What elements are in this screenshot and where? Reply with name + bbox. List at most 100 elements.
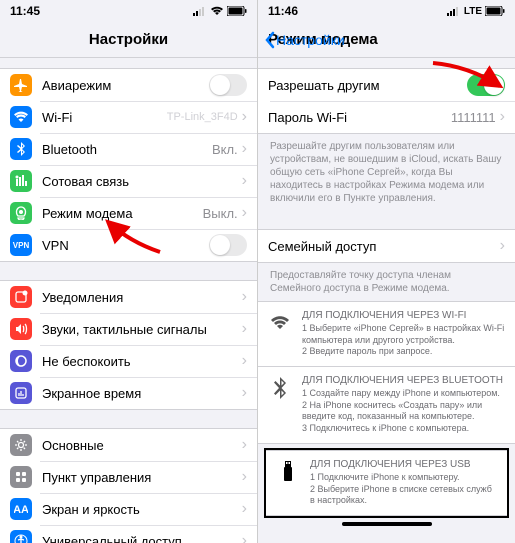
conn-section-bt: ДЛЯ ПОДКЛЮЧЕНИЯ ЧЕРЕЗ BLUETOOTH 1 Создайт… [258,367,515,444]
settings-row-display[interactable]: AAЭкран и яркость› [0,493,257,525]
conn-step: 1 Создайте пару между iPhone и компьютер… [302,388,505,400]
conn-step: 1 Выберите «iPhone Сергей» в настройках … [302,323,505,346]
bluetooth-icon [10,138,32,160]
chevron-right-icon: › [500,237,505,255]
row-label: Уведомления [42,290,242,305]
help-text: Разрешайте другим пользователям или устр… [258,134,515,211]
svg-text:AA: AA [14,504,28,516]
settings-row-airplane[interactable]: Авиарежим [0,69,257,101]
row-label: Авиарежим [42,78,209,93]
conn-title: ДЛЯ ПОДКЛЮЧЕНИЯ ЧЕРЕЗ WI-FI [302,310,505,321]
row-label: Универсальный доступ [42,534,242,543]
sound-icon [10,318,32,340]
allow-label: Разрешать другим [268,78,467,93]
pwd-label: Пароль Wi-Fi [268,110,451,125]
conn-step: 1 Подключите iPhone к компьютеру. [310,472,497,484]
settings-list[interactable]: АвиарежимWi-FiTP-Link_3F4D›BluetoothВкл.… [0,58,257,543]
settings-row-wifi[interactable]: Wi-FiTP-Link_3F4D› [0,101,257,133]
allow-toggle[interactable] [467,74,505,96]
general-icon [10,434,32,456]
hotspot-content[interactable]: Разрешать другим Пароль Wi-Fi 1111111 › … [258,58,515,543]
conn-step: 2 Введите пароль при запросе. [302,346,505,358]
status-right [193,6,247,16]
nav-bar: Настройки Режим модема [258,22,515,58]
row-label: Пункт управления [42,470,242,485]
settings-row-access[interactable]: Универсальный доступ› [0,525,257,543]
row-label: Не беспокоить [42,354,242,369]
settings-row-cellular[interactable]: Сотовая связь› [0,165,257,197]
battery-icon [227,6,247,16]
row-value: TP-Link_3F4D [167,111,238,123]
conn-step: 3 Подключитесь к iPhone с компьютера. [302,423,505,435]
row-label: VPN [42,238,209,253]
chevron-right-icon: › [242,320,247,338]
chevron-right-icon: › [242,352,247,370]
wifi-password-row[interactable]: Пароль Wi-Fi 1111111 › [258,101,515,133]
notif-icon [10,286,32,308]
bt-icon [268,375,292,435]
row-label: Режим модема [42,206,203,221]
chevron-right-icon: › [242,384,247,402]
chevron-left-icon [264,31,276,49]
settings-row-notif[interactable]: Уведомления› [0,281,257,313]
conn-title: ДЛЯ ПОДКЛЮЧЕНИЯ ЧЕРЕЗ USB [310,459,497,470]
nav-bar: Настройки [0,22,257,58]
family-sharing-row[interactable]: Семейный доступ › [258,230,515,262]
pwd-value: 1111111 [451,110,496,125]
usb-icon [276,459,300,507]
group-general: Основные›Пункт управления›AAЭкран и ярко… [0,428,257,543]
row-label: Bluetooth [42,142,212,157]
settings-row-vpn[interactable]: VPNVPN [0,229,257,261]
conn-section-wifi: ДЛЯ ПОДКЛЮЧЕНИЯ ЧЕРЕЗ WI-FI 1 Выберите «i… [258,301,515,367]
status-time: 11:45 [10,4,40,18]
family-label: Семейный доступ [268,239,500,254]
status-bar: 11:45 [0,0,257,22]
signal-icon [193,6,207,16]
status-right: LTE [447,6,505,17]
group-network: АвиарежимWi-FiTP-Link_3F4D›BluetoothВкл.… [0,68,257,262]
conn-section-usb: ДЛЯ ПОДКЛЮЧЕНИЯ ЧЕРЕЗ USB 1 Подключите iP… [266,450,507,516]
toggle[interactable] [209,234,247,256]
display-icon: AA [10,498,32,520]
row-label: Основные [42,438,242,453]
row-value: Вкл. [212,142,238,157]
chevron-right-icon: › [500,108,505,126]
settings-row-hotspot[interactable]: Режим модемаВыкл.› [0,197,257,229]
hotspot-icon [10,202,32,224]
chevron-right-icon: › [242,468,247,486]
chevron-right-icon: › [242,532,247,543]
signal-icon [447,6,461,16]
settings-row-controlc[interactable]: Пункт управления› [0,461,257,493]
status-time: 11:46 [268,4,298,18]
conn-title: ДЛЯ ПОДКЛЮЧЕНИЯ ЧЕРЕЗ BLUETOOTH [302,375,505,386]
row-label: Звуки, тактильные сигналы [42,322,242,337]
status-net: LTE [464,6,482,17]
settings-row-screentime[interactable]: Экранное время› [0,377,257,409]
settings-row-bluetooth[interactable]: BluetoothВкл.› [0,133,257,165]
settings-row-general[interactable]: Основные› [0,429,257,461]
wifi-icon [268,310,292,358]
wifi-icon [210,6,224,16]
back-button[interactable]: Настройки [264,31,345,49]
dnd-icon [10,350,32,372]
nav-title: Настройки [89,31,168,48]
chevron-right-icon: › [242,436,247,454]
airplane-icon [10,74,32,96]
access-icon [10,530,32,543]
toggle[interactable] [209,74,247,96]
chevron-right-icon: › [242,172,247,190]
wifi-icon [10,106,32,128]
allow-others-row[interactable]: Разрешать другим [258,69,515,101]
settings-row-dnd[interactable]: Не беспокоить› [0,345,257,377]
battery-icon [485,6,505,16]
chevron-right-icon: › [242,288,247,306]
chevron-right-icon: › [242,108,247,126]
family-help: Предоставляйте точку доступа членам Семе… [258,263,515,301]
conn-step: 2 На iPhone коснитесь «Создать пару» или… [302,400,505,423]
settings-row-sound[interactable]: Звуки, тактильные сигналы› [0,313,257,345]
conn-step: 2 Выберите iPhone в списке сетевых служб… [310,484,497,507]
row-value: Выкл. [203,206,238,221]
status-bar: 11:46 LTE [258,0,515,22]
home-indicator [342,522,432,526]
row-label: Сотовая связь [42,174,242,189]
